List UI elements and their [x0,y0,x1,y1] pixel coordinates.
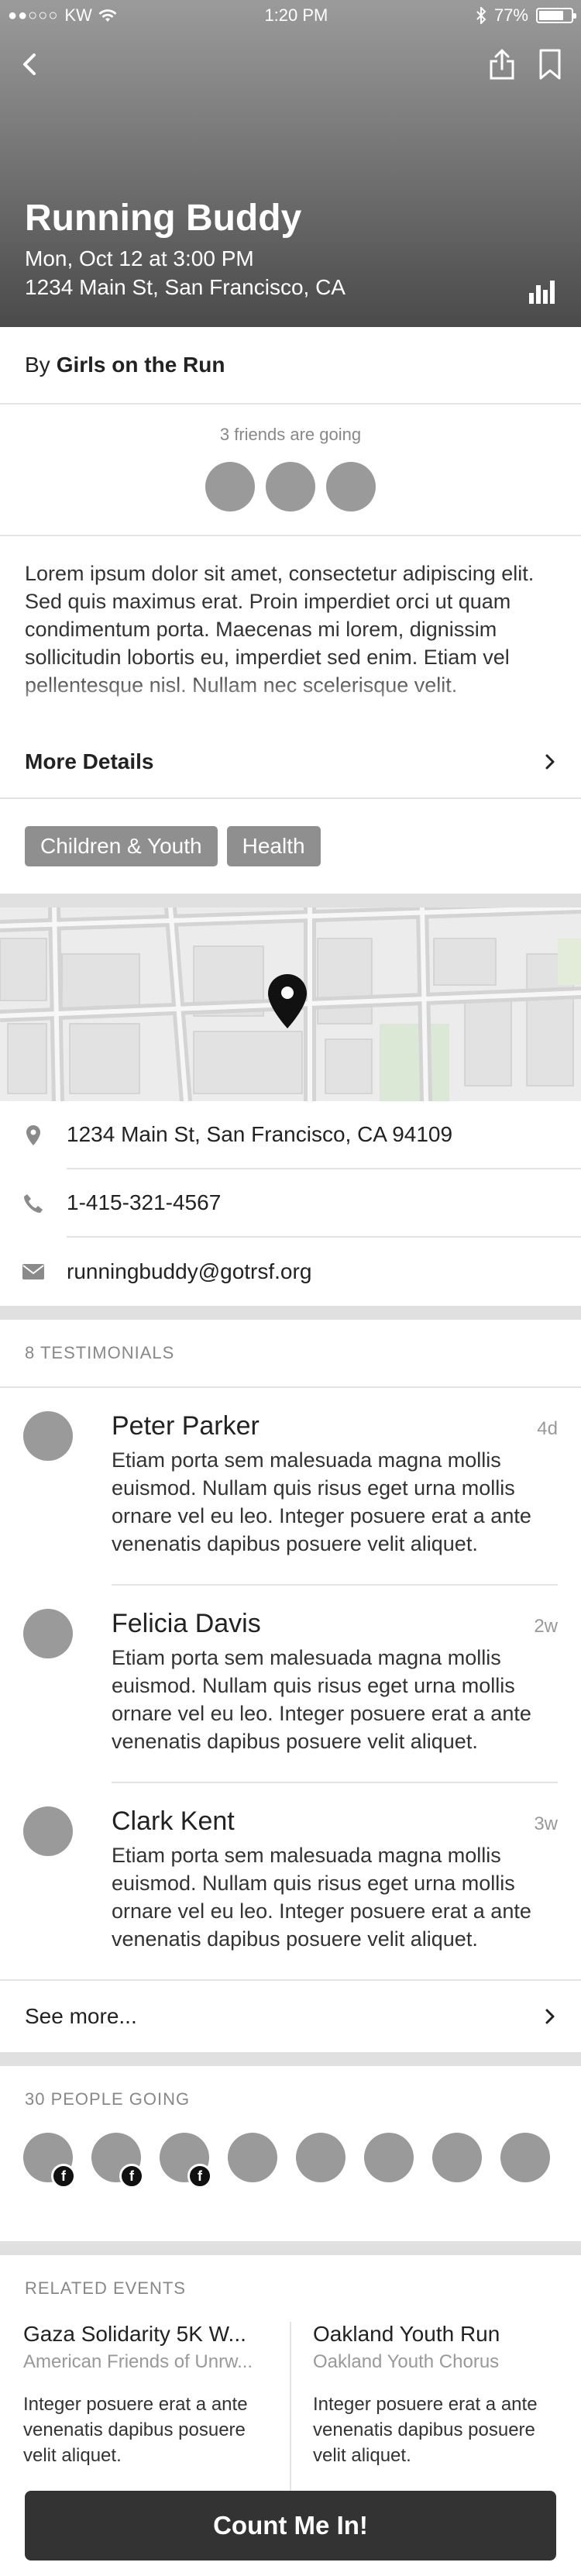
avatar [23,1411,73,1461]
clock: 1:20 PM [264,5,328,25]
testimonial-text: Etiam porta sem malesuada magna mollis e… [112,1646,531,1753]
map-pin-icon[interactable] [266,973,308,1030]
testimonials-caption: 8 TESTIMONIALS [25,1343,175,1362]
testimonial-item[interactable]: Peter Parker 4d Etiam porta sem malesuad… [0,1388,581,1586]
event-title: Running Buddy [25,198,302,239]
related-event-card[interactable]: Oakland Youth Run Oakland Youth Chorus I… [290,2322,558,2491]
testimonial-text: Etiam porta sem malesuada magna mollis e… [112,1448,531,1555]
organizer-prefix: By [25,353,50,377]
attendee-avatar[interactable]: f [91,2133,144,2189]
see-more-label: See more... [25,2004,137,2028]
organizer-row[interactable]: By Girls on the Run [0,327,581,403]
testimonial-item[interactable]: Clark Kent 3w Etiam porta sem malesuada … [0,1783,581,1979]
related-event-org: Oakland Youth Chorus [313,2351,500,2372]
testimonial-item[interactable]: Felicia Davis 2w Etiam porta sem malesua… [0,1586,581,1783]
status-bar: ●●○○○ KW 1:20 PM 77% [0,0,581,31]
contact-list: 1234 Main St, San Francisco, CA 94109 1-… [0,1101,581,1306]
testimonial-age: 3w [534,1813,558,1834]
event-description: Lorem ipsum dolor sit amet, consectetur … [0,536,581,726]
testimonial-author: Clark Kent [112,1806,235,1836]
related-event-card[interactable]: Gaza Solidarity 5K W... American Friends… [23,2322,290,2491]
testimonial-text: Etiam porta sem malesuada magna mollis e… [112,1844,531,1951]
testimonial-age: 2w [534,1616,558,1637]
contact-phone-row[interactable]: 1-415-321-4567 [0,1169,581,1238]
friend-avatar[interactable] [205,462,255,511]
battery-percent: 77% [493,5,528,25]
more-details-row[interactable]: More Details [0,726,581,797]
avatar [23,1609,73,1658]
tag-list: Children & Youth Health [0,799,581,894]
battery-icon [536,8,576,23]
testimonial-author: Peter Parker [112,1411,260,1441]
facebook-icon: f [51,2164,76,2189]
facebook-icon: f [187,2164,212,2189]
bluetooth-icon [476,7,486,24]
section-divider [0,894,581,907]
attendee-avatar[interactable] [432,2133,482,2182]
phone-icon [24,1194,43,1213]
attendee-avatar[interactable] [364,2133,414,2182]
section-divider [0,2241,581,2255]
related-event-desc: Integer posuere erat a ante venenatis da… [313,2394,538,2466]
signal-icon: ●●○○○ [8,6,59,24]
location-map[interactable] [0,907,581,1101]
more-details-label: More Details [25,749,154,773]
tag-children-youth[interactable]: Children & Youth [25,826,218,866]
related-event-title: Oakland Youth Run [313,2322,500,2346]
chevron-right-icon [545,2009,555,2024]
people-going-list: f f f [0,2133,581,2241]
attendee-avatar[interactable] [228,2133,277,2182]
section-divider [0,2052,581,2066]
contact-email-row[interactable]: runningbuddy@gotrsf.org [0,1238,581,1306]
related-events: Gaza Solidarity 5K W... American Friends… [0,2322,581,2491]
tag-health[interactable]: Health [226,826,321,866]
organizer-name[interactable]: Girls on the Run [57,353,225,377]
contact-address: 1234 Main St, San Francisco, CA 94109 [67,1101,581,1169]
attendee-avatar[interactable] [500,2133,550,2182]
friend-avatar[interactable] [326,462,376,511]
contact-phone: 1-415-321-4567 [67,1169,581,1238]
related-event-org: American Friends of Unrw... [23,2351,253,2372]
count-me-in-button[interactable]: Count Me In! [25,2491,556,2561]
contact-address-row[interactable]: 1234 Main St, San Francisco, CA 94109 [0,1101,581,1169]
contact-email: runningbuddy@gotrsf.org [67,1259,312,1283]
wifi-icon [98,9,117,22]
share-icon[interactable] [488,47,516,81]
friend-avatar[interactable] [266,462,315,511]
related-event-title: Gaza Solidarity 5K W... [23,2322,246,2346]
event-hero: ●●○○○ KW 1:20 PM 77% Running Buddy Mon, … [0,0,581,327]
friends-caption: 3 friends are going [219,425,362,444]
attendee-avatar[interactable]: f [23,2133,76,2189]
carrier-label: KW [64,5,92,25]
going-caption: 30 PEOPLE GOING [25,2089,191,2109]
avatar [23,1806,73,1856]
bookmark-icon[interactable] [538,47,562,81]
attendee-avatar[interactable] [296,2133,346,2182]
facebook-icon: f [119,2164,144,2189]
stats-icon[interactable] [528,279,556,304]
see-more-row[interactable]: See more... [0,1981,581,2052]
back-arrow-icon[interactable] [19,49,42,80]
related-caption: RELATED EVENTS [25,2278,186,2298]
section-divider [0,1306,581,1320]
event-detail-page: ●●○○○ KW 1:20 PM 77% Running Buddy Mon, … [0,0,581,2576]
mail-icon [22,1264,44,1279]
attendee-avatar[interactable]: f [160,2133,212,2189]
testimonial-list: Peter Parker 4d Etiam porta sem malesuad… [0,1388,581,1979]
testimonial-age: 4d [537,1418,558,1439]
friends-going: 3 friends are going [0,405,581,535]
testimonial-author: Felicia Davis [112,1609,261,1638]
event-date: Mon, Oct 12 at 3:00 PM [25,246,254,270]
chevron-right-icon [545,754,555,770]
event-address: 1234 Main St, San Francisco, CA [25,275,346,299]
related-event-desc: Integer posuere erat a ante venenatis da… [23,2394,248,2466]
location-icon [26,1125,40,1145]
